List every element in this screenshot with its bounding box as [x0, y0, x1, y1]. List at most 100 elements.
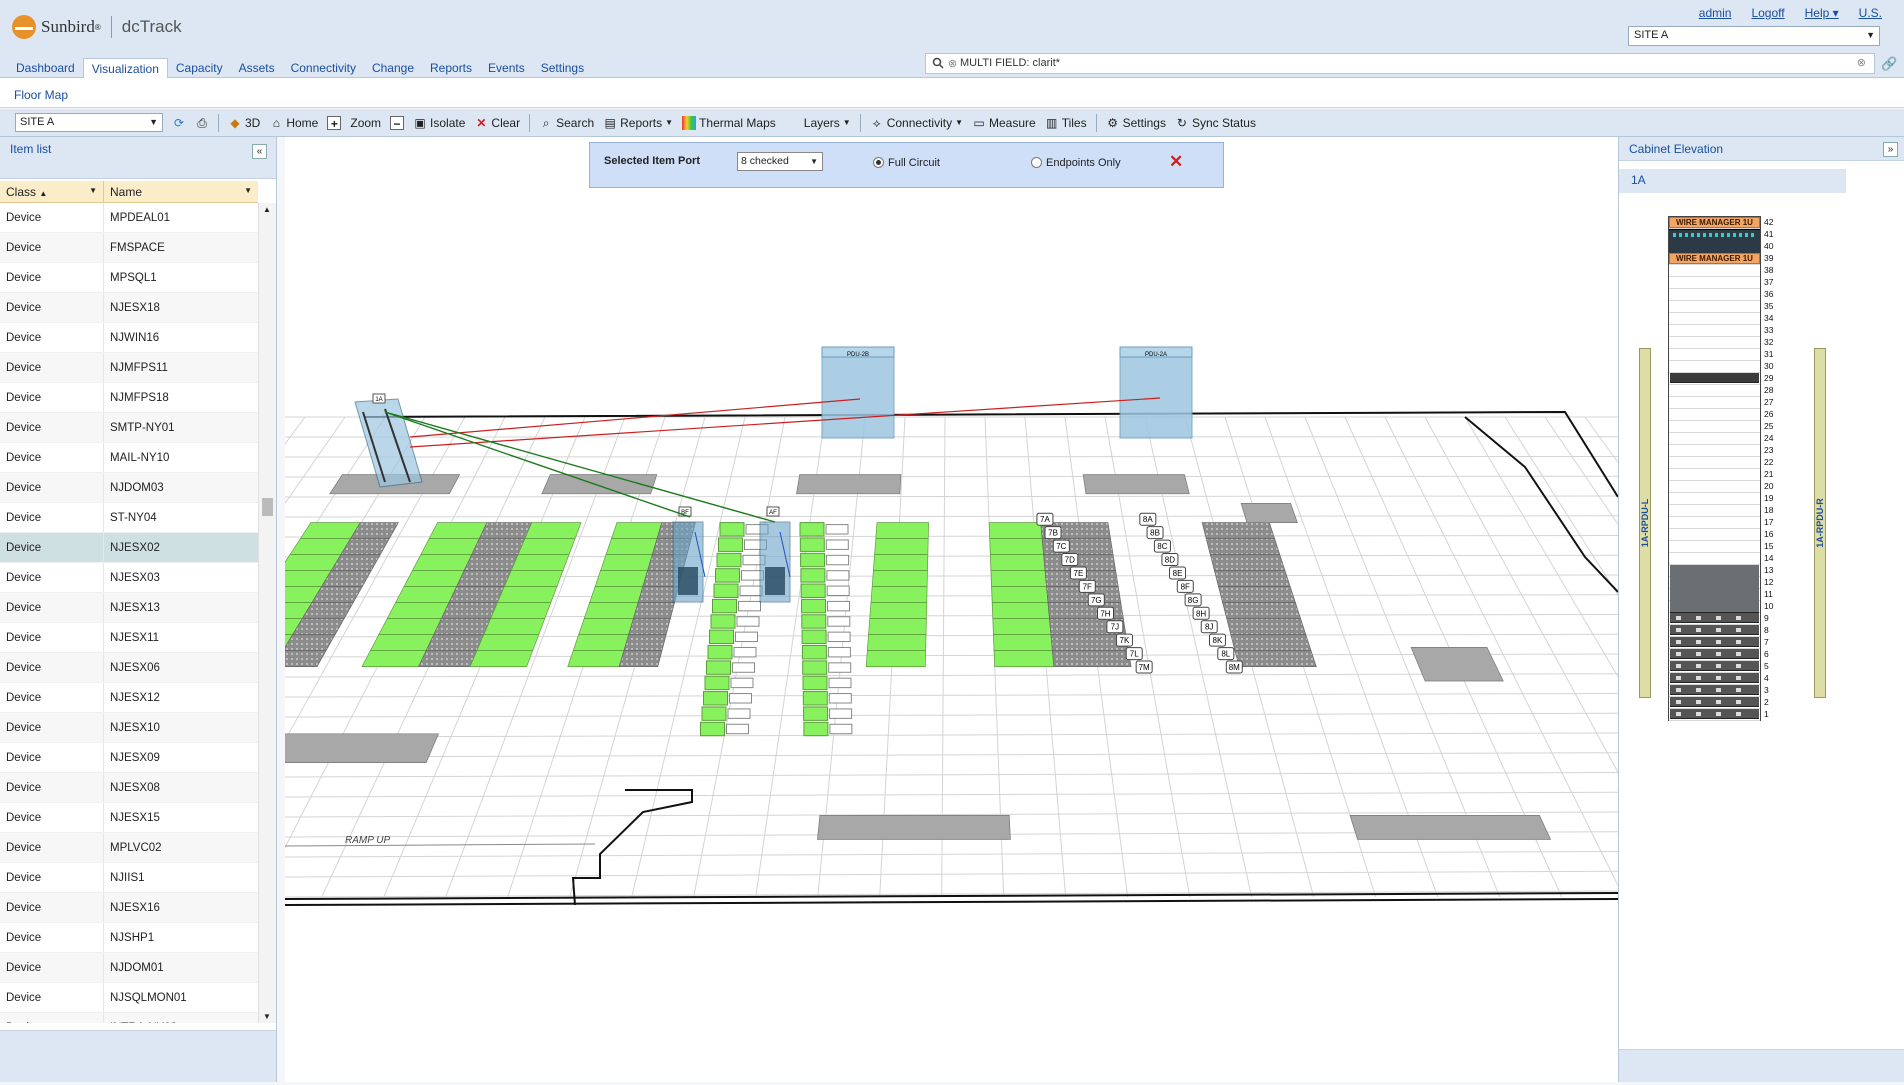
full-circuit-radio[interactable]	[873, 157, 884, 168]
tab-assets[interactable]: Assets	[231, 58, 283, 80]
rack-unit[interactable]	[1669, 541, 1760, 553]
view-3d-button[interactable]: ◆3D	[228, 116, 260, 130]
refresh-button[interactable]: ⟳	[172, 116, 186, 130]
table-row[interactable]: DeviceNJIIS1	[0, 863, 258, 893]
scroll-up-icon[interactable]: ▲	[263, 205, 271, 214]
rack-unit[interactable]	[1669, 349, 1760, 361]
tab-change[interactable]: Change	[364, 58, 422, 80]
server-1u[interactable]	[1670, 673, 1759, 683]
locale-link[interactable]: U.S.	[1859, 6, 1882, 20]
table-row[interactable]: DeviceNJDOM01	[0, 953, 258, 983]
table-row[interactable]: DeviceNJESX11	[0, 623, 258, 653]
rack-unit[interactable]	[1669, 433, 1760, 445]
scroll-down-icon[interactable]: ▼	[263, 1012, 271, 1021]
server-1u[interactable]	[1670, 637, 1759, 647]
cabinet-1a-3d[interactable]: 1A	[355, 394, 422, 487]
table-row[interactable]: DeviceNJWIN16	[0, 323, 258, 353]
rack-unit[interactable]	[1669, 325, 1760, 337]
chassis-server[interactable]	[1670, 565, 1759, 613]
patch-panel[interactable]	[1669, 229, 1760, 253]
server-1u[interactable]	[1670, 697, 1759, 707]
table-row[interactable]: DeviceNJESX06	[0, 653, 258, 683]
floor-map-3d[interactable]: RAMP UP 7A7B7C7D7E7F7G7H7J7K7L7M8A8B8C8D…	[285, 137, 1618, 1082]
close-port-panel-icon[interactable]: ✕	[1169, 152, 1183, 172]
clear-filter-icon[interactable]: ⊗	[948, 57, 957, 70]
thermal-maps-button[interactable]: Thermal Maps	[682, 116, 776, 130]
server-1u[interactable]	[1670, 625, 1759, 635]
network-switch[interactable]	[1670, 373, 1759, 383]
clear-search-icon[interactable]: ⊗	[1857, 56, 1866, 69]
sync-status-button[interactable]: ↻Sync Status	[1175, 116, 1256, 130]
rack-unit[interactable]	[1669, 337, 1760, 349]
server-1u[interactable]	[1670, 709, 1759, 719]
isolate-button[interactable]: ▣Isolate	[413, 116, 465, 130]
rack-unit[interactable]	[1669, 313, 1760, 325]
rack-unit[interactable]	[1669, 481, 1760, 493]
table-row[interactable]: DeviceSMTP-NY01	[0, 413, 258, 443]
rack-elevation[interactable]: WIRE MANAGER 1U WIRE MANAGER 1U	[1668, 216, 1761, 721]
logoff-link[interactable]: Logoff	[1751, 6, 1784, 20]
chevron-down-icon[interactable]: ▼	[244, 186, 252, 195]
tab-settings[interactable]: Settings	[533, 58, 592, 80]
measure-button[interactable]: ▭Measure	[972, 116, 1036, 130]
tab-connectivity[interactable]: Connectivity	[283, 58, 364, 80]
table-row[interactable]: DeviceNJMFPS11	[0, 353, 258, 383]
clear-button[interactable]: ✕Clear	[474, 116, 520, 130]
table-row[interactable]: DeviceNJDOM03	[0, 473, 258, 503]
wire-manager[interactable]: WIRE MANAGER 1U	[1669, 253, 1760, 264]
floor-map-canvas[interactable]: RAMP UP 7A7B7C7D7E7F7G7H7J7K7L7M8A8B8C8D…	[285, 137, 1618, 1082]
table-row[interactable]: DeviceNJESX02	[0, 533, 258, 563]
selected-cabinet-bf[interactable]: BF	[673, 507, 703, 602]
rack-unit[interactable]	[1669, 409, 1760, 421]
zoom-in-button[interactable]: +	[327, 116, 341, 130]
link-icon[interactable]: 🔗	[1881, 56, 1897, 72]
item-list-scrollbar[interactable]: ▲ ▼	[258, 203, 276, 1023]
endpoints-only-radio[interactable]	[1031, 157, 1042, 168]
rack-unit[interactable]	[1669, 505, 1760, 517]
rack-unit[interactable]	[1669, 277, 1760, 289]
tab-dashboard[interactable]: Dashboard	[8, 58, 83, 80]
home-button[interactable]: ⌂Home	[269, 116, 318, 130]
table-row[interactable]: DeviceNJESX08	[0, 773, 258, 803]
connectivity-button[interactable]: ⟡Connectivity▼	[870, 116, 963, 130]
zoom-out-button[interactable]: −	[390, 116, 404, 130]
search-button[interactable]: ⌕Search	[539, 116, 594, 130]
table-row[interactable]: DeviceFMSPACE	[0, 233, 258, 263]
tab-capacity[interactable]: Capacity	[168, 58, 231, 80]
rack-unit[interactable]	[1669, 265, 1760, 277]
rack-unit[interactable]	[1669, 457, 1760, 469]
rpdu-right[interactable]: 1A-RPDU-R	[1814, 348, 1826, 698]
table-row[interactable]: DeviceNJESX18	[0, 293, 258, 323]
print-button[interactable]: ⎙	[195, 116, 209, 130]
wire-manager[interactable]: WIRE MANAGER 1U	[1669, 217, 1760, 228]
rack-unit[interactable]	[1669, 529, 1760, 541]
pdu-left[interactable]: PDU-2B	[822, 347, 894, 438]
port-select[interactable]: 8 checked	[737, 152, 823, 171]
table-row[interactable]: DeviceST-NY04	[0, 503, 258, 533]
layers-button[interactable]: Layers▼	[804, 116, 851, 130]
table-row[interactable]: DeviceNJESX09	[0, 743, 258, 773]
chevron-down-icon[interactable]: ▼	[89, 186, 97, 195]
collapse-left-button[interactable]: «	[252, 144, 267, 159]
rack-unit[interactable]	[1669, 517, 1760, 529]
tab-visualization[interactable]: Visualization	[83, 58, 168, 80]
search-input[interactable]: ⊗ MULTI FIELD: clarit* ⊗	[925, 53, 1875, 74]
help-link[interactable]: Help ▾	[1805, 6, 1839, 20]
table-row[interactable]: DeviceNJMFPS18	[0, 383, 258, 413]
tiles-button[interactable]: ▥Tiles	[1045, 116, 1087, 130]
pdu-right[interactable]: PDU-2A	[1120, 347, 1192, 438]
table-row[interactable]: DeviceNJESX13	[0, 593, 258, 623]
reports-button[interactable]: ▤Reports▼	[603, 116, 673, 130]
table-row[interactable]: DeviceNJSHP1	[0, 923, 258, 953]
server-1u[interactable]	[1670, 649, 1759, 659]
toolbar-site-select[interactable]: SITE A	[15, 113, 163, 132]
table-row[interactable]: DeviceINTRA-NY03	[0, 1013, 258, 1023]
rack-unit[interactable]	[1669, 361, 1760, 373]
tab-reports[interactable]: Reports	[422, 58, 480, 80]
table-row[interactable]: DeviceNJESX16	[0, 893, 258, 923]
rpdu-left[interactable]: 1A-RPDU-L	[1639, 348, 1651, 698]
rack-unit[interactable]	[1669, 493, 1760, 505]
server-1u[interactable]	[1670, 661, 1759, 671]
tab-events[interactable]: Events	[480, 58, 533, 80]
class-column-header[interactable]: Class ▲▼	[0, 181, 104, 202]
